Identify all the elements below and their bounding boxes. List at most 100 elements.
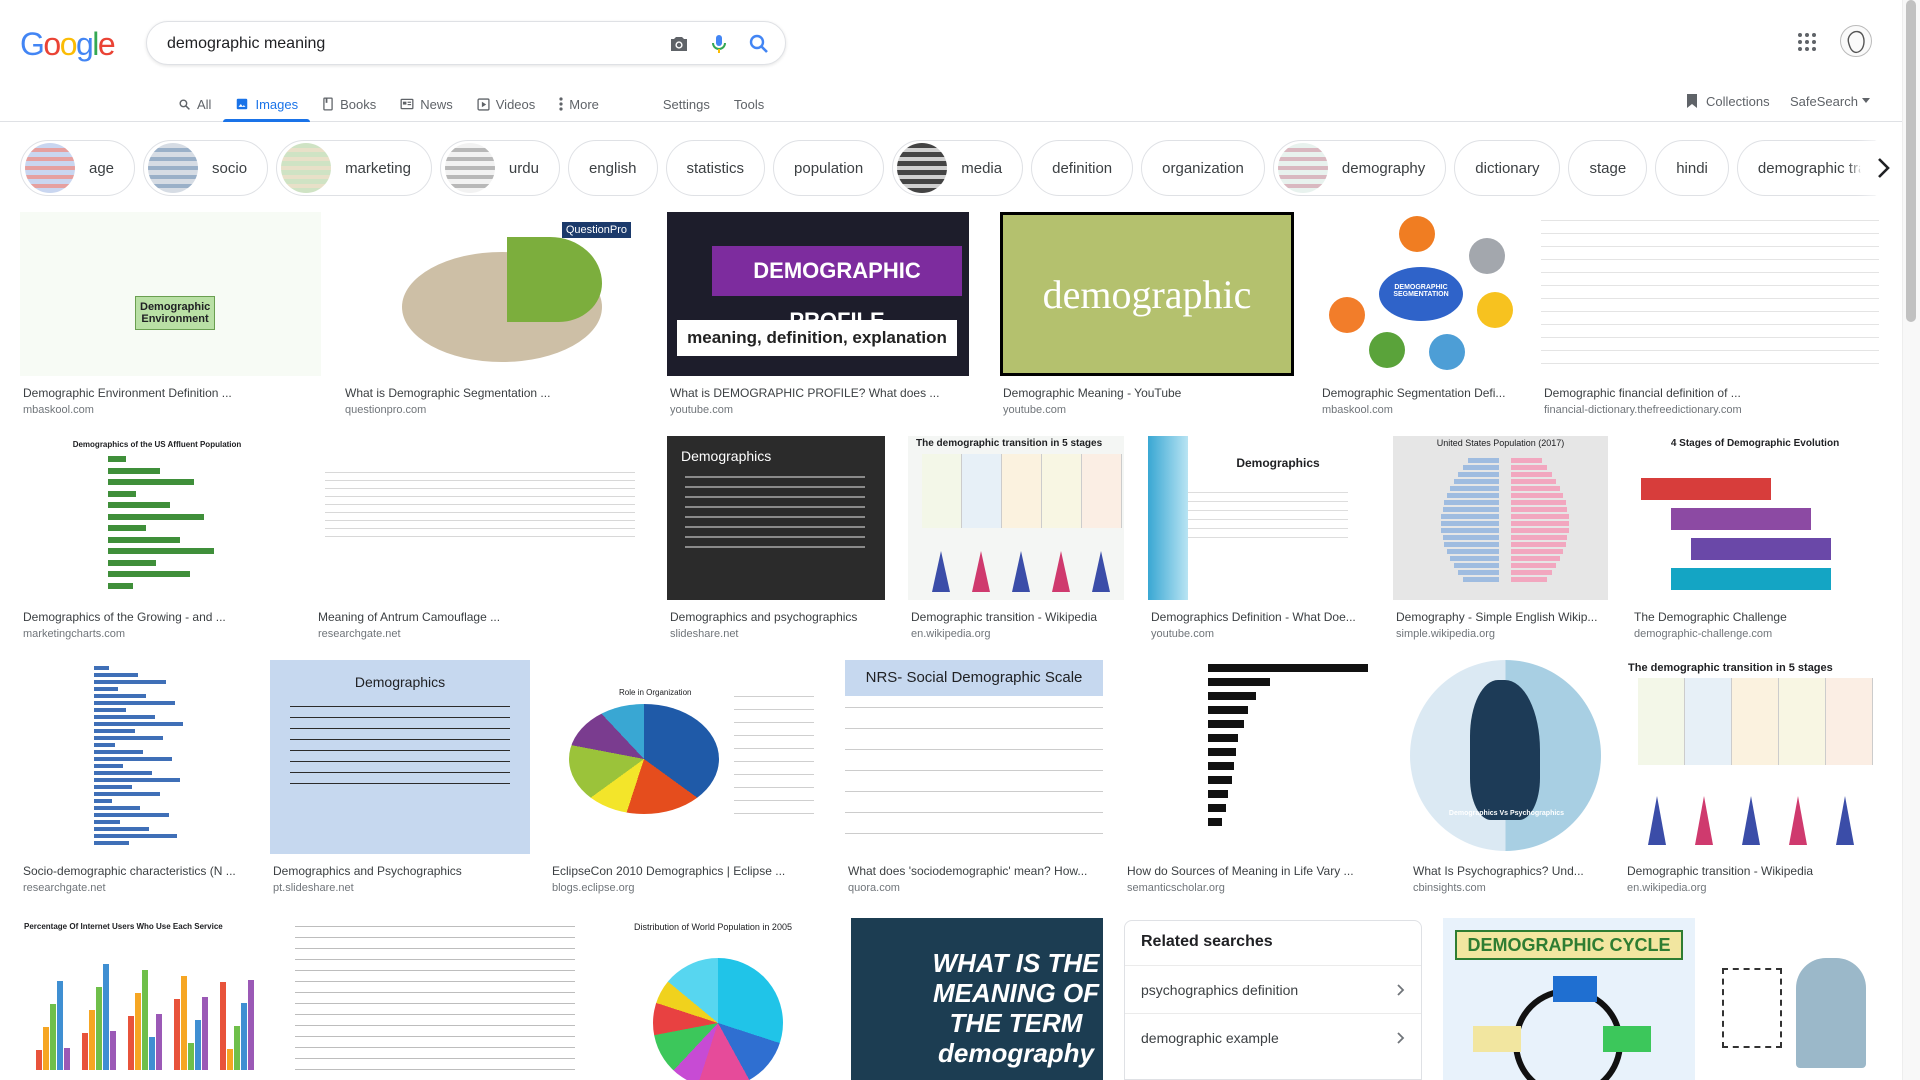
result-title[interactable]: What does 'sociodemographic' mean? How..… xyxy=(848,864,1102,878)
result-thumbnail[interactable]: DEMOGRAPHIC SEGMENTATION xyxy=(1319,212,1519,376)
chip-english[interactable]: english xyxy=(567,140,658,196)
tab-news[interactable]: News xyxy=(388,86,465,122)
thumbnail-art xyxy=(94,841,129,845)
chip-thumbnail xyxy=(148,143,199,193)
chip-population[interactable]: population xyxy=(773,140,885,196)
chip-age[interactable]: age xyxy=(20,140,136,196)
chip-definition[interactable]: definition xyxy=(1031,140,1134,196)
thumbnail-art xyxy=(94,722,183,726)
chip-organization[interactable]: organization xyxy=(1141,140,1265,196)
result-thumbnail[interactable] xyxy=(1716,918,1879,1080)
thumbnail-art xyxy=(103,964,109,1070)
result-title[interactable]: Demographic transition - Wikipedia xyxy=(911,610,1123,624)
result-thumbnail[interactable]: Percentage Of Internet Users Who Use Eac… xyxy=(20,918,276,1080)
result-thumbnail[interactable] xyxy=(295,918,575,1080)
result-thumbnail[interactable]: Distribution of World Population in 2005 xyxy=(595,918,831,1080)
result-title[interactable]: Demographics Definition - What Doe... xyxy=(1151,610,1368,624)
result-title[interactable]: Demographic Segmentation Defi... xyxy=(1322,386,1518,400)
tab-all[interactable]: All xyxy=(166,86,223,122)
result-thumbnail[interactable]: DEMOGRAPHIC CYCLE xyxy=(1443,918,1695,1080)
more-vertical-icon xyxy=(559,97,563,111)
thumbnail-caption: Distribution of World Population in 2005 xyxy=(634,922,792,932)
thumbnail-art xyxy=(108,468,160,474)
thumbnail-art xyxy=(94,792,160,796)
thumbnail-art xyxy=(1510,556,1560,561)
result-thumbnail[interactable] xyxy=(315,436,646,600)
result-thumbnail[interactable]: The demographic transition in 5 stages xyxy=(1624,660,1879,854)
search-input[interactable] xyxy=(167,32,647,56)
result-title[interactable]: Demographics of the Growing - and ... xyxy=(23,610,293,624)
thumbnail-art xyxy=(1208,678,1270,686)
result-title[interactable]: What Is Psychographics? Und... xyxy=(1413,864,1602,878)
result-title[interactable]: Demographics and Psychographics xyxy=(273,864,529,878)
tab-tools[interactable]: Tools xyxy=(722,86,776,122)
related-search-item[interactable]: demographic example xyxy=(1125,1013,1421,1061)
safesearch-dropdown[interactable]: SafeSearch xyxy=(1790,86,1870,116)
chip-demography[interactable]: demography xyxy=(1272,140,1447,196)
collections-link[interactable]: Collections xyxy=(1686,86,1770,116)
result-thumbnail[interactable]: Role in Organization xyxy=(549,660,824,854)
result-title[interactable]: Meaning of Antrum Camouflage ... xyxy=(318,610,645,624)
chip-socio[interactable]: socio xyxy=(143,140,269,196)
thumbnail-art xyxy=(1510,563,1556,568)
tab-videos[interactable]: Videos xyxy=(465,86,548,122)
result-thumbnail[interactable]: Demographics Vs Psychographics xyxy=(1410,660,1603,854)
result-title[interactable]: The Demographic Challenge xyxy=(1634,610,1878,624)
result-thumbnail[interactable]: WHAT IS THE MEANING OF THE TERM demograp… xyxy=(851,918,1103,1080)
result-title[interactable]: Demographic transition - Wikipedia xyxy=(1627,864,1878,878)
result-thumbnail[interactable]: demographic xyxy=(1000,212,1294,376)
tab-tools-label: Tools xyxy=(733,96,765,112)
result-thumbnail[interactable]: DEMOGRAPHIC PROFILEmeaning, definition, … xyxy=(667,212,969,376)
result-thumbnail[interactable]: Demographics xyxy=(1148,436,1369,600)
result-thumbnail[interactable]: Demographic Environment xyxy=(20,212,321,376)
thumbnail-art xyxy=(94,757,172,761)
result-title[interactable]: What is DEMOGRAPHIC PROFILE? What does .… xyxy=(670,386,968,400)
result-thumbnail[interactable] xyxy=(1541,212,1879,376)
thumbnail-art xyxy=(94,680,166,684)
chip-urdu[interactable]: urdu xyxy=(439,140,560,196)
thumbnail-art xyxy=(653,958,783,1080)
related-search-item[interactable]: psychographics definition xyxy=(1125,965,1421,1013)
result-title[interactable]: Socio-demographic characteristics (N ... xyxy=(23,864,250,878)
chip-marketing[interactable]: marketing xyxy=(276,140,432,196)
result-thumbnail[interactable]: Demographics xyxy=(270,660,530,854)
chip-stage[interactable]: stage xyxy=(1568,140,1648,196)
result-title[interactable]: Demography - Simple English Wikip... xyxy=(1396,610,1607,624)
result-title[interactable]: Demographic Environment Definition ... xyxy=(23,386,320,400)
search-box xyxy=(146,21,786,65)
result-thumbnail[interactable] xyxy=(20,660,251,854)
chip-statistics[interactable]: statistics xyxy=(665,140,766,196)
apps-grid-icon[interactable] xyxy=(1797,32,1817,52)
thumbnail-art xyxy=(110,1031,116,1070)
result-thumbnail[interactable]: NRS- Social Demographic Scale xyxy=(845,660,1103,854)
chip-hindi[interactable]: hindi xyxy=(1655,140,1729,196)
result-thumbnail[interactable] xyxy=(1124,660,1390,854)
result-title[interactable]: What is Demographic Segmentation ... xyxy=(345,386,642,400)
result-thumbnail[interactable]: Demographics xyxy=(667,436,885,600)
scrollbar-thumb[interactable] xyxy=(1906,0,1916,322)
result-title[interactable]: Demographic Meaning - YouTube xyxy=(1003,386,1293,400)
tab-settings[interactable]: Settings xyxy=(651,86,722,122)
result-thumbnail[interactable]: United States Population (2017) xyxy=(1393,436,1608,600)
result-title[interactable]: EclipseCon 2010 Demographics | Eclipse .… xyxy=(552,864,823,878)
google-logo[interactable]: Google xyxy=(20,26,116,63)
thumbnail-art xyxy=(94,820,120,824)
tab-books[interactable]: Books xyxy=(310,86,388,122)
camera-icon[interactable] xyxy=(667,32,691,56)
result-title[interactable]: How do Sources of Meaning in Life Vary .… xyxy=(1127,864,1389,878)
search-icon[interactable] xyxy=(747,32,771,56)
result-thumbnail[interactable]: 4 Stages of Demographic Evolution xyxy=(1631,436,1879,600)
result-title[interactable]: Demographics and psychographics xyxy=(670,610,884,624)
result-title[interactable]: Demographic financial definition of ... xyxy=(1544,386,1878,400)
result-thumbnail[interactable]: Demographics of the US Affluent Populati… xyxy=(20,436,294,600)
tab-images[interactable]: Images xyxy=(223,86,310,122)
tab-more[interactable]: More xyxy=(547,86,611,122)
result-thumbnail[interactable]: QuestionPro xyxy=(342,212,643,376)
thumbnail-art xyxy=(1510,465,1547,470)
microphone-icon[interactable] xyxy=(707,32,731,56)
account-avatar[interactable] xyxy=(1840,25,1872,57)
result-source: quora.com xyxy=(848,882,900,894)
chip-dictionary[interactable]: dictionary xyxy=(1454,140,1561,196)
chip-media[interactable]: media xyxy=(892,140,1024,196)
result-thumbnail[interactable]: The demographic transition in 5 stages xyxy=(908,436,1124,600)
